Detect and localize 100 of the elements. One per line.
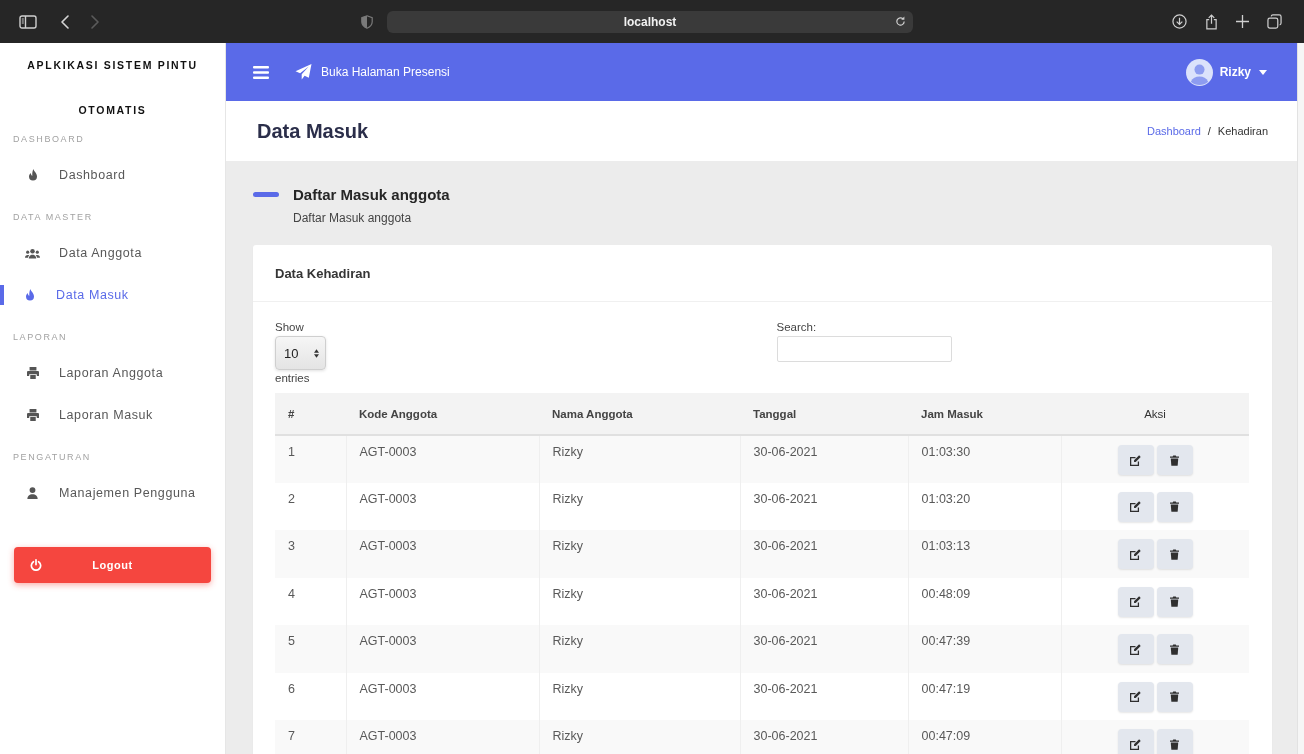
- table-cell: 00:47:09: [908, 720, 1061, 754]
- download-icon[interactable]: [1172, 14, 1187, 29]
- section-subtitle: Daftar Masuk anggota: [293, 211, 412, 225]
- sidebar-item[interactable]: Dashboard: [0, 154, 132, 196]
- column-header: #: [275, 393, 346, 435]
- table-cell: Rizky: [539, 720, 740, 754]
- table-cell: 30-06-2021: [740, 720, 908, 754]
- edit-button[interactable]: [1117, 681, 1154, 712]
- table-cell: Rizky: [539, 530, 740, 578]
- edit-icon: [1130, 691, 1142, 702]
- edit-icon: [1130, 596, 1142, 607]
- show-label: Show: [275, 320, 304, 334]
- presence-page-link[interactable]: Buka Halaman Presensi: [295, 64, 450, 80]
- paper-plane-icon: [295, 64, 312, 80]
- delete-button[interactable]: [1156, 491, 1193, 522]
- shield-icon[interactable]: [361, 14, 373, 29]
- tabs-icon[interactable]: [1267, 14, 1282, 29]
- table-cell: 3: [275, 530, 346, 578]
- sidebar-heading: DASHBOARD: [12, 133, 85, 145]
- table-cell: 00:48:09: [908, 577, 1061, 625]
- user-menu[interactable]: Rizky: [1185, 58, 1267, 86]
- table-cell: 30-06-2021: [740, 625, 908, 673]
- printer-icon: [26, 409, 39, 421]
- table-cell: AGT-0003: [346, 720, 539, 754]
- edit-button[interactable]: [1117, 539, 1154, 569]
- table-cell: Rizky: [539, 577, 740, 625]
- table-cell: 4: [275, 577, 346, 625]
- breadcrumb-separator: /: [1207, 125, 1211, 137]
- table-cell: 7: [275, 720, 346, 754]
- chevron-left-icon[interactable]: [61, 14, 69, 29]
- share-icon[interactable]: [1205, 13, 1218, 30]
- table-cell: Rizky: [539, 482, 740, 530]
- sidebar-heading: DATA MASTER: [12, 211, 93, 223]
- edit-button[interactable]: [1117, 634, 1154, 664]
- delete-button[interactable]: [1156, 445, 1193, 475]
- table-cell: Rizky: [539, 672, 740, 720]
- edit-icon: [1130, 738, 1142, 750]
- section-title: Daftar Masuk anggota: [293, 186, 450, 203]
- table-cell: 5: [275, 625, 346, 673]
- table-cell: 2: [275, 482, 346, 530]
- edit-icon: [1130, 548, 1142, 560]
- sidebar-item[interactable]: Laporan Anggota: [0, 352, 170, 394]
- table-cell: 30-06-2021: [740, 577, 908, 625]
- logout-button[interactable]: Logout: [14, 547, 211, 583]
- column-header: Aksi: [1061, 393, 1249, 435]
- users-icon: [25, 247, 40, 259]
- table-cell: Rizky: [539, 435, 740, 483]
- breadcrumb-link[interactable]: Dashboard: [1146, 125, 1201, 137]
- delete-button[interactable]: [1156, 634, 1193, 664]
- edit-button[interactable]: [1117, 445, 1154, 475]
- column-header: Nama Anggota: [539, 393, 740, 435]
- trash-icon: [1170, 691, 1180, 702]
- sidebar-item[interactable]: Manajemen Pengguna: [0, 472, 202, 514]
- table-cell: 30-06-2021: [740, 435, 908, 483]
- table-cell: 01:03:30: [908, 435, 1061, 483]
- edit-icon: [1130, 501, 1142, 512]
- table-cell: AGT-0003: [346, 672, 539, 720]
- plus-icon[interactable]: [1236, 15, 1249, 28]
- trash-icon: [1170, 596, 1180, 607]
- table-cell: 1: [275, 435, 346, 483]
- menu-icon[interactable]: [253, 65, 269, 79]
- delete-button[interactable]: [1156, 681, 1193, 712]
- table-cell: AGT-0003: [346, 530, 539, 578]
- table-cell: AGT-0003: [346, 482, 539, 530]
- trash-icon: [1170, 643, 1180, 655]
- sidebar-item[interactable]: Laporan Masuk: [0, 394, 159, 436]
- address-bar[interactable]: localhost: [387, 10, 913, 33]
- column-header: Kode Anggota: [346, 393, 539, 435]
- table-cell: 30-06-2021: [740, 672, 908, 720]
- trash-icon: [1170, 501, 1180, 512]
- updown-arrows-icon: [314, 348, 319, 358]
- reload-icon[interactable]: [895, 15, 906, 27]
- trash-icon: [1170, 738, 1180, 750]
- table-cell: 01:03:13: [908, 530, 1061, 578]
- edit-icon: [1130, 643, 1142, 655]
- delete-button[interactable]: [1156, 586, 1193, 617]
- entries-select[interactable]: 10: [275, 336, 326, 370]
- edit-button[interactable]: [1117, 491, 1154, 522]
- flame-icon: [27, 169, 38, 181]
- edit-button[interactable]: [1117, 586, 1154, 617]
- sidebar-heading: PENGATURAN: [12, 451, 91, 463]
- sidebar-item[interactable]: Data Anggota: [0, 232, 148, 274]
- table-cell: 30-06-2021: [740, 482, 908, 530]
- table-cell: AGT-0003: [346, 577, 539, 625]
- delete-button[interactable]: [1156, 539, 1193, 569]
- delete-button[interactable]: [1156, 729, 1193, 754]
- search-label: Search:: [776, 320, 817, 334]
- printer-icon: [26, 367, 39, 379]
- search-field[interactable]: [776, 336, 952, 362]
- table-cell: 6: [275, 672, 346, 720]
- power-icon: [30, 559, 42, 571]
- edit-button[interactable]: [1117, 729, 1154, 754]
- panel-icon[interactable]: [19, 14, 37, 29]
- column-header: Tanggal: [740, 393, 908, 435]
- entries-label: entries: [275, 371, 310, 385]
- table-cell: 00:47:39: [908, 625, 1061, 673]
- column-header: Jam Masuk: [908, 393, 1061, 435]
- caret-icon: [1259, 69, 1267, 75]
- page-title: Data Masuk: [257, 119, 369, 143]
- flame-icon: [24, 289, 35, 301]
